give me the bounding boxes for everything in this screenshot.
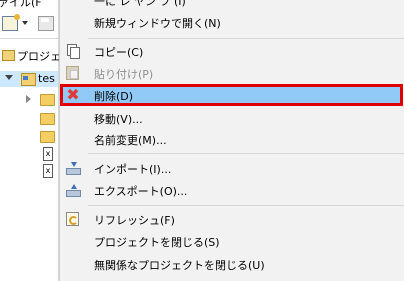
xml-file-icon: x: [43, 164, 53, 178]
menu-item-label: 無関係なプロジェクトを閉じる(U): [94, 259, 265, 272]
toolbar-divider: [0, 38, 58, 39]
expand-arrow-icon[interactable]: [5, 75, 13, 80]
menubar-file-label[interactable]: ァイル(F: [0, 0, 42, 10]
menu-item-label: プロジェクトを閉じる(S): [94, 236, 220, 249]
menu-item-copy[interactable]: コピー(C): [60, 40, 404, 62]
refresh-icon: [66, 212, 79, 226]
menu-item-move[interactable]: 移動(V)...: [60, 107, 404, 129]
tree-row-folder[interactable]: [0, 91, 58, 107]
menu-item-label: エクスポート(O)...: [94, 185, 188, 198]
main-toolbar: [0, 13, 58, 35]
xml-file-icon: x: [43, 147, 53, 161]
java-project-icon: [21, 73, 36, 86]
context-menu: 一に レ ヤン フ (I) 新規ウィンドウで開く(N) コピー(C) 貼り付け(…: [59, 0, 404, 281]
import-icon: [66, 161, 81, 175]
project-explorer-tab[interactable]: プロジェク: [0, 44, 72, 66]
tree-row-folder[interactable]: [0, 128, 58, 144]
menu-item-partial[interactable]: 一に レ ヤン フ (I): [94, 0, 186, 9]
menu-item-label: コピー(C): [94, 46, 144, 59]
menu-item-label: 新規ウィンドウで開く(N): [94, 17, 221, 30]
tree-row-file[interactable]: x: [0, 146, 58, 162]
menu-separator: [88, 153, 404, 154]
folder-icon: [40, 113, 55, 125]
menu-item-label: 移動(V)...: [94, 113, 143, 126]
tree-row-project[interactable]: tes: [0, 71, 58, 87]
menu-item-label: 削除(D): [94, 90, 134, 103]
menu-item-label: 名前変更(M)...: [94, 134, 167, 147]
paste-icon: [66, 66, 79, 80]
menu-item-close-unrelated[interactable]: 無関係なプロジェクトを閉じる(U): [60, 253, 404, 275]
menu-item-export[interactable]: エクスポート(O)...: [60, 179, 404, 201]
menu-item-delete[interactable]: ✖ 削除(D): [60, 84, 403, 106]
export-icon: [66, 183, 81, 197]
workbench-background: ァイル(F プロジェク tes x x: [0, 0, 72, 281]
save-icon[interactable]: [38, 16, 54, 31]
menu-item-open-new-window[interactable]: 新規ウィンドウで開く(N): [60, 11, 404, 33]
folder-icon: [40, 131, 55, 143]
menu-item-label: リフレッシュ(F): [94, 214, 175, 227]
collapse-arrow-icon[interactable]: [26, 95, 31, 103]
menubar-fragment[interactable]: ァイル(F: [0, 0, 58, 10]
menu-item-close-project[interactable]: プロジェクトを閉じる(S): [60, 230, 404, 252]
dropdown-arrow-icon[interactable]: [22, 21, 28, 25]
menu-item-label: インポート(I)...: [94, 163, 172, 176]
menu-separator: [88, 38, 404, 39]
tree-row-file[interactable]: x: [0, 163, 58, 179]
menu-separator: [88, 205, 404, 206]
menu-item-import[interactable]: インポート(I)...: [60, 157, 404, 179]
menu-item-label: 貼り付け(P): [94, 68, 154, 81]
copy-icon: [66, 44, 80, 59]
menu-item-refresh[interactable]: リフレッシュ(F): [60, 208, 404, 230]
menu-item-rename[interactable]: 名前変更(M)...: [60, 128, 404, 150]
folder-icon: [40, 94, 55, 106]
delete-icon: ✖: [66, 85, 80, 104]
project-explorer-icon: [2, 50, 15, 61]
new-wizard-icon[interactable]: [2, 14, 20, 31]
tree-row-folder[interactable]: [0, 110, 58, 126]
project-label: tes: [38, 72, 55, 85]
menu-item-paste[interactable]: 貼り付け(P): [60, 62, 404, 84]
